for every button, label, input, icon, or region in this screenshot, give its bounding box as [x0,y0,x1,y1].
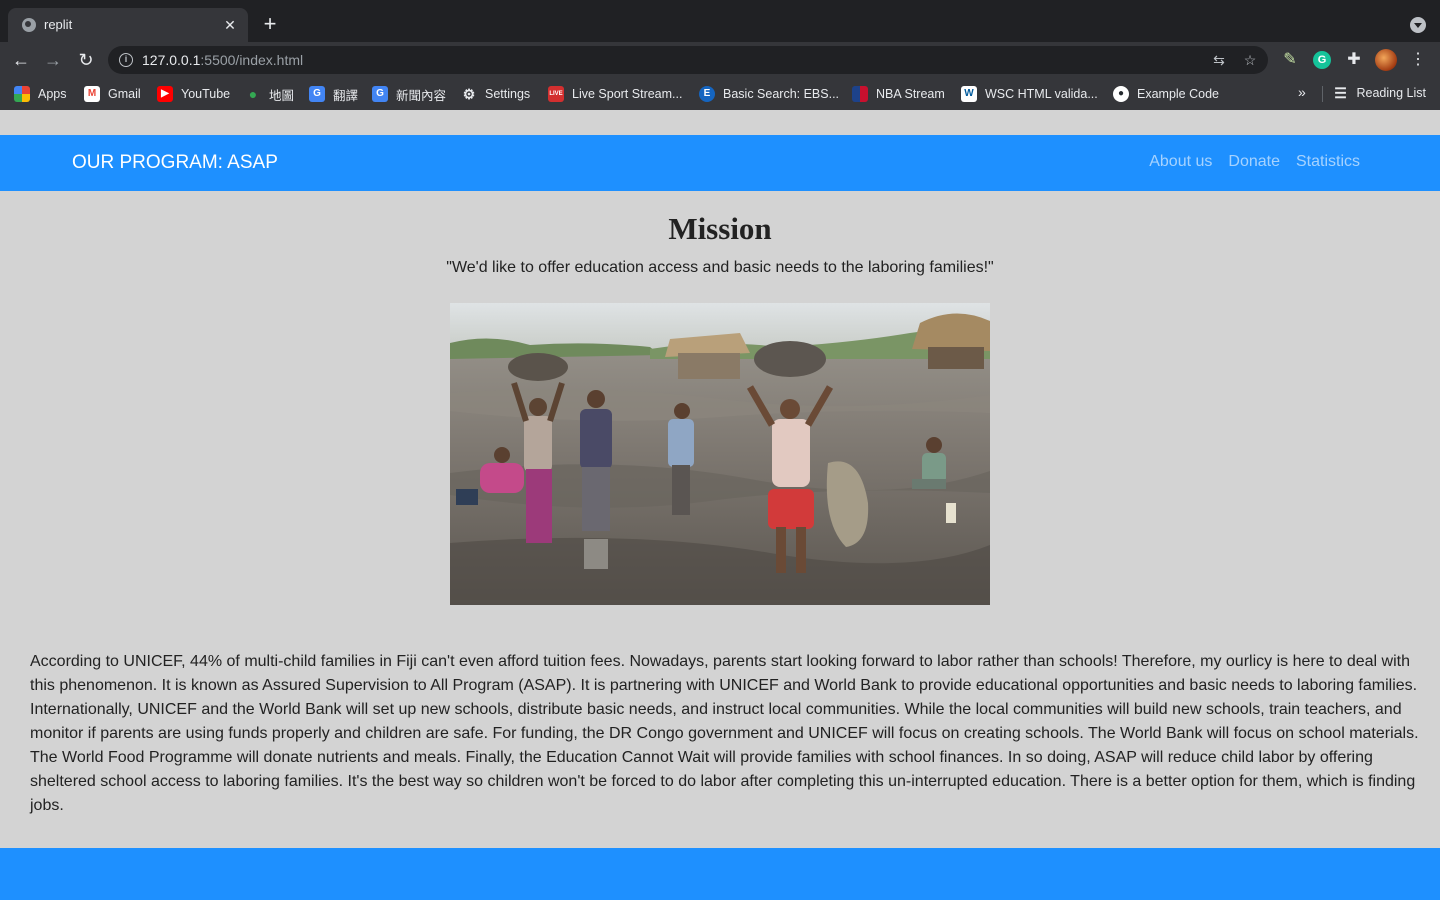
bookmark-maps[interactable]: ● 地圖 [245,85,294,103]
site-navbar: OUR PROGRAM: ASAP About us Donate Statis… [0,135,1440,191]
grammarly-icon[interactable]: G [1313,51,1331,69]
mission-quote: "We'd like to offer education access and… [446,259,994,276]
bookmark-label: Example Code [1137,87,1219,101]
translate-icon[interactable]: ⇆ [1210,51,1228,69]
live-icon: LIVE [548,86,564,102]
kebab-menu-icon[interactable]: ⋮ [1410,49,1426,71]
bookmark-label: WSC HTML valida... [985,87,1098,101]
browser-tabstrip: replit ✕ + [0,0,1440,42]
site-footer [0,848,1440,900]
bookmark-news[interactable]: G 新聞內容 [372,85,446,103]
gmail-icon: M [84,86,100,102]
tab-title: replit [44,17,73,32]
bookmark-ebsco[interactable]: E Basic Search: EBS... [699,85,839,103]
reading-list-label: Reading List [1356,86,1427,100]
reload-icon[interactable]: ↻ [75,49,97,71]
bookmark-label: YouTube [181,87,231,101]
globe-icon [22,18,36,32]
bookmark-label: NBA Stream [876,87,945,101]
bookmark-label: Gmail [108,87,141,101]
new-tab-button[interactable]: + [258,13,282,37]
url-text[interactable]: 127.0.0.1:5500/index.html [142,52,303,68]
ruler-extension-icon[interactable]: ✎ [1281,51,1299,69]
close-icon[interactable]: ✕ [220,15,240,35]
news-icon: G [372,86,388,102]
ebsco-icon: E [699,86,715,102]
youtube-icon: ▶ [157,86,173,102]
bookmarks-bar: Apps M Gmail ▶ YouTube ● 地圖 G 翻譯 G 新聞內容 … [0,78,1440,110]
github-icon: ● [1113,86,1129,102]
info-icon[interactable]: i [119,53,133,67]
w3c-icon: W [961,86,977,102]
extensions-puzzle-icon[interactable]: ✚ [1345,51,1363,69]
bookmark-label: 新聞內容 [396,88,447,103]
mission-heading: Mission [668,211,772,246]
bookmark-github[interactable]: ● Example Code [1113,85,1219,103]
bookmark-youtube[interactable]: ▶ YouTube [157,85,230,103]
bookmark-label: Apps [38,87,67,101]
nav-link-about-us[interactable]: About us [1149,153,1212,171]
mission-body-text: According to UNICEF, 44% of multi-child … [30,653,1419,814]
navbar-brand[interactable]: OUR PROGRAM: ASAP [72,152,278,174]
navbar-links: About us Donate Statistics [1149,153,1360,171]
nav-link-donate[interactable]: Donate [1228,153,1280,171]
bookmark-settings[interactable]: ⚙ Settings [461,85,530,103]
apps-grid-icon [14,86,30,102]
address-bar[interactable]: i 127.0.0.1:5500/index.html ⇆ ☆ [108,46,1268,74]
nav-link-statistics[interactable]: Statistics [1296,153,1360,171]
bookmark-label: Settings [485,87,531,101]
child-labor-photo [450,303,990,605]
star-icon[interactable]: ☆ [1241,51,1259,69]
translate-icon: G [309,86,325,102]
bookmark-gmail[interactable]: M Gmail [84,85,141,103]
reading-list-icon: ☰ [1334,85,1347,101]
bookmark-live-sport[interactable]: LIVE Live Sport Stream... [548,85,682,103]
bookmark-label: Basic Search: EBS... [723,87,840,101]
forward-arrow-icon[interactable]: → [42,49,64,71]
url-host: 127.0.0.1 [142,52,201,68]
gear-icon: ⚙ [462,86,476,102]
bookmark-nba[interactable]: NBA Stream [852,85,945,103]
maps-icon: ● [248,86,258,102]
bookmark-label: 地圖 [269,88,295,103]
chevron-double-right-icon[interactable]: » [1298,84,1306,100]
reading-list-button[interactable]: ☰ Reading List [1333,85,1427,101]
browser-tab[interactable]: replit ✕ [8,8,248,42]
nba-icon [852,86,868,102]
profile-avatar[interactable] [1375,49,1397,71]
bookmark-label: Live Sport Stream... [572,87,683,101]
tab-search-icon[interactable] [1410,17,1426,33]
browser-toolbar: ← → ↻ i 127.0.0.1:5500/index.html ⇆ ☆ ✎ … [0,42,1440,78]
bookmark-w3c[interactable]: W WSC HTML valida... [961,85,1098,103]
bookmark-apps[interactable]: Apps [14,85,67,103]
bookmark-label: 翻譯 [333,88,359,103]
back-arrow-icon[interactable]: ← [10,49,32,71]
url-path: :5500/index.html [200,52,304,68]
bookmark-translate[interactable]: G 翻譯 [309,85,358,103]
bookmarks-divider [1322,86,1323,102]
